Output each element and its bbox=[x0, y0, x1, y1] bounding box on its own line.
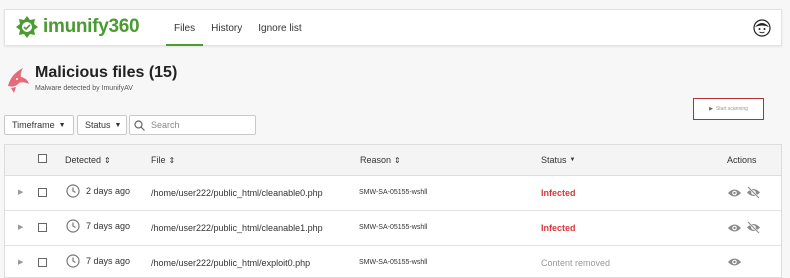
row-checkbox[interactable] bbox=[38, 188, 47, 197]
detected-cell: 2 days ago bbox=[66, 184, 130, 198]
status-dropdown[interactable]: Status ▼ bbox=[77, 115, 127, 135]
tab-ignore-list[interactable]: Ignore list bbox=[250, 10, 309, 46]
detected-time: 2 days ago bbox=[86, 186, 131, 196]
user-avatar-icon[interactable] bbox=[753, 19, 771, 37]
select-all-checkbox[interactable] bbox=[38, 154, 47, 163]
row-actions bbox=[727, 186, 761, 199]
search-box bbox=[129, 115, 256, 135]
caret-down-icon: ▼ bbox=[58, 121, 66, 129]
status-badge: Content removed bbox=[541, 258, 611, 268]
eye-slash-icon[interactable] bbox=[746, 186, 761, 199]
row-checkbox[interactable] bbox=[38, 223, 47, 232]
eye-icon[interactable] bbox=[727, 256, 742, 268]
page-title: Malicious files (15) bbox=[35, 64, 178, 81]
eye-icon[interactable] bbox=[727, 222, 742, 234]
reason-signature: SMW-SA-05155-wshll bbox=[359, 189, 428, 196]
column-actions: Actions bbox=[727, 155, 757, 165]
start-scanning-highlight: ▶ Start scanning bbox=[693, 98, 764, 120]
column-status-label: Status bbox=[541, 155, 567, 165]
clock-icon bbox=[66, 219, 80, 233]
column-actions-label: Actions bbox=[727, 155, 757, 165]
file-path: /home/user222/public_html/cleanable0.php bbox=[151, 188, 323, 198]
status-badge: Infected bbox=[541, 188, 576, 198]
play-icon: ▶ bbox=[709, 106, 713, 112]
malware-shark-icon bbox=[8, 68, 29, 93]
sort-icon: ⇕ bbox=[168, 155, 176, 165]
table-row: ▶ 7 days ago /home/user222/public_html/c… bbox=[5, 211, 781, 246]
start-scanning-button[interactable]: ▶ Start scanning bbox=[709, 106, 748, 112]
select-all-checkbox-wrap bbox=[38, 154, 47, 163]
clock-icon bbox=[66, 184, 80, 198]
main-nav: Files History Ignore list bbox=[166, 10, 310, 46]
logo[interactable]: imunify360 bbox=[15, 15, 140, 39]
caret-down-icon: ▼ bbox=[114, 121, 122, 129]
imunify-logo-icon bbox=[16, 16, 38, 38]
column-file-label: File bbox=[151, 155, 166, 165]
detected-time: 7 days ago bbox=[86, 256, 131, 266]
column-status[interactable]: Status ▼ bbox=[541, 155, 575, 165]
sort-icon: ⇕ bbox=[104, 155, 111, 165]
row-checkbox-wrap bbox=[38, 258, 47, 267]
status-badge: Infected bbox=[541, 223, 576, 233]
search-input[interactable] bbox=[149, 119, 253, 131]
detected-cell: 7 days ago bbox=[66, 219, 130, 233]
start-scanning-label: Start scanning bbox=[715, 106, 748, 112]
row-checkbox[interactable] bbox=[38, 258, 47, 267]
column-detected[interactable]: Detected ⇕ bbox=[65, 155, 111, 165]
table-row: ▶ 7 days ago /home/user222/public_html/e… bbox=[5, 246, 781, 277]
row-actions bbox=[727, 221, 761, 234]
reason-signature: SMW-SA-05155-wshll bbox=[359, 224, 428, 231]
expand-row-icon[interactable]: ▶ bbox=[18, 223, 23, 231]
tab-files[interactable]: Files bbox=[166, 10, 204, 46]
search-icon bbox=[134, 119, 145, 131]
file-path: /home/user222/public_html/exploit0.php bbox=[151, 258, 311, 268]
table-row: ▶ 2 days ago /home/user222/public_html/c… bbox=[5, 176, 781, 211]
table-header: Detected ⇕ File ⇕ Reason ⇕ Status ▼ Acti… bbox=[5, 145, 781, 176]
top-navbar: imunify360 Files History Ignore list bbox=[4, 9, 782, 46]
clock-icon bbox=[66, 254, 80, 268]
row-checkbox-wrap bbox=[38, 223, 47, 232]
timeframe-dropdown[interactable]: Timeframe ▼ bbox=[4, 115, 74, 135]
detected-time: 7 days ago bbox=[86, 221, 131, 231]
timeframe-label: Timeframe bbox=[12, 120, 55, 130]
eye-slash-icon[interactable] bbox=[746, 221, 761, 234]
column-detected-label: Detected bbox=[65, 155, 102, 165]
status-label: Status bbox=[85, 120, 111, 130]
page-subtitle: Malware detected by ImunifyAV bbox=[35, 85, 133, 92]
column-file[interactable]: File ⇕ bbox=[151, 155, 175, 165]
caret-down-icon: ▼ bbox=[569, 157, 576, 163]
reason-signature: SMW-SA-05155-wshll bbox=[359, 259, 428, 266]
sort-icon: ⇕ bbox=[394, 155, 401, 165]
row-actions bbox=[727, 256, 742, 268]
eye-icon[interactable] bbox=[727, 187, 742, 199]
logo-text: imunify360 bbox=[43, 16, 140, 37]
tab-history[interactable]: History bbox=[203, 10, 250, 46]
file-path: /home/user222/public_html/cleanable1.php bbox=[151, 223, 323, 233]
column-reason-label: Reason bbox=[360, 155, 392, 165]
column-reason[interactable]: Reason ⇕ bbox=[360, 155, 401, 165]
expand-row-icon[interactable]: ▶ bbox=[18, 258, 23, 266]
detected-cell: 7 days ago bbox=[66, 254, 130, 268]
expand-row-icon[interactable]: ▶ bbox=[18, 188, 23, 196]
malicious-files-table: Detected ⇕ File ⇕ Reason ⇕ Status ▼ Acti… bbox=[4, 144, 782, 278]
row-checkbox-wrap bbox=[38, 188, 47, 197]
